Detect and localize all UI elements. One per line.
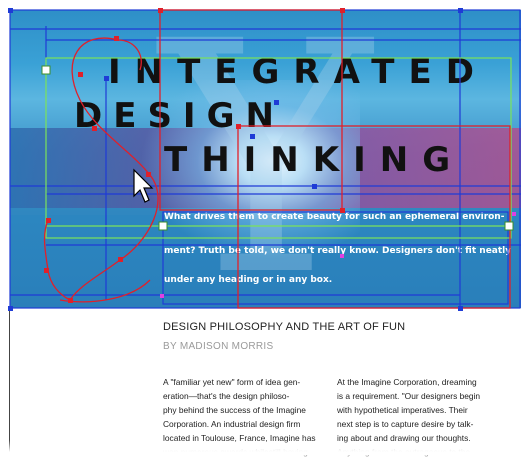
overlay-text-line-3[interactable]: under any heading or in any box.: [164, 275, 514, 285]
column-2-line: with hypothetical imperatives. Their: [337, 405, 468, 415]
column-2-line: At the Imagine Corporation, dreaming: [337, 377, 477, 387]
column-1-line: A "familiar yet new" form of idea gen-: [163, 377, 301, 387]
document-canvas[interactable]: Y INTEGRATED DESIGN THINKING What drives…: [0, 0, 521, 457]
column-2-line: next step is to capture desire by talk-: [337, 419, 474, 429]
title-line-design[interactable]: DESIGN: [74, 96, 285, 136]
article-headline[interactable]: DESIGN PHILOSOPHY AND THE ART OF FUN: [163, 321, 405, 333]
overlay-text-line-2[interactable]: ment? Truth be told, we don't really kno…: [164, 246, 514, 256]
column-1-line: Corporation. An industrial design firm: [163, 419, 301, 429]
column-1-line: phy behind the success of the Imagine: [163, 405, 306, 415]
column-1-line: eration—that's the design philoso-: [163, 391, 290, 401]
overlay-text-line-1[interactable]: What drives them to create beauty for su…: [164, 212, 514, 222]
article-byline[interactable]: BY MADISON MORRIS: [163, 341, 274, 352]
title-line-thinking[interactable]: THINKING: [164, 140, 464, 180]
page-bottom-fade: [0, 440, 521, 455]
left-margin-rule: [9, 308, 10, 455]
title-line-integrated[interactable]: INTEGRATED: [108, 52, 488, 92]
column-2-line: is a requirement. "Our designers begin: [337, 391, 481, 401]
